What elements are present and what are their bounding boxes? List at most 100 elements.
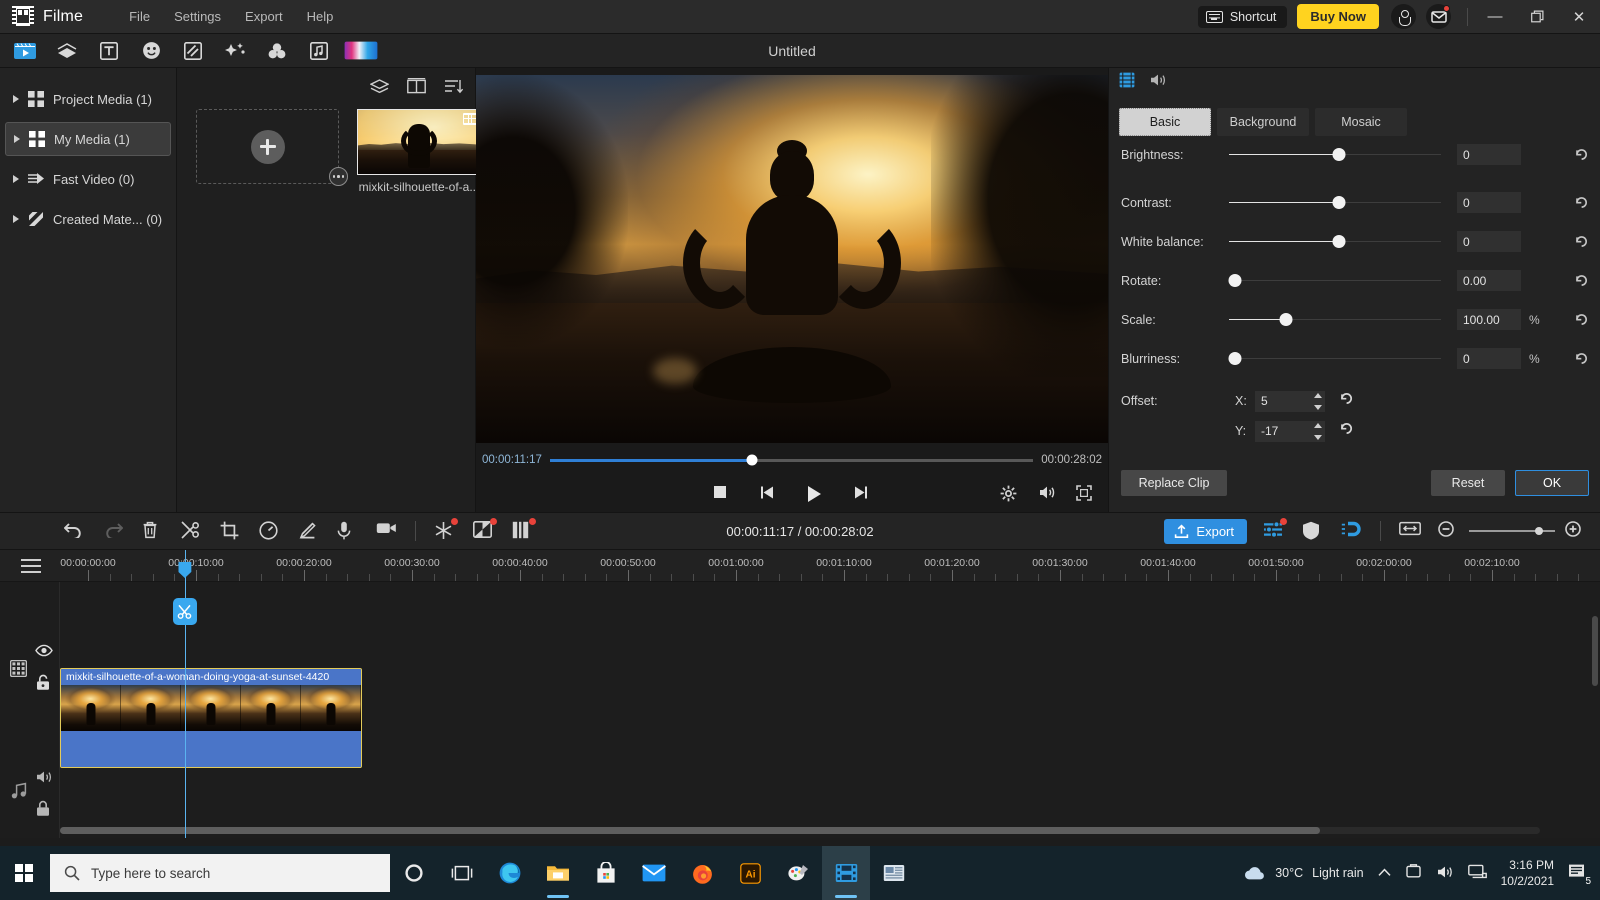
add-media-button[interactable] bbox=[251, 130, 285, 164]
sticker-icon[interactable] bbox=[134, 38, 168, 64]
edge-icon[interactable] bbox=[486, 846, 534, 900]
rotate-value-input[interactable] bbox=[1457, 270, 1521, 291]
ok-button[interactable]: OK bbox=[1515, 470, 1589, 496]
filter-icon[interactable] bbox=[260, 38, 294, 64]
fullscreen-icon[interactable] bbox=[1076, 485, 1096, 505]
timeline-menu-icon[interactable] bbox=[21, 559, 41, 573]
fit-timeline-icon[interactable] bbox=[1399, 521, 1420, 542]
rotate-slider[interactable] bbox=[1229, 274, 1441, 288]
timeline-clip[interactable]: mixkit-silhouette-of-a-woman-doing-yoga-… bbox=[60, 668, 362, 768]
zoom-slider-thumb[interactable] bbox=[1535, 527, 1543, 535]
media-icon[interactable] bbox=[8, 38, 42, 64]
mail-icon[interactable] bbox=[630, 846, 678, 900]
taskbar-clock[interactable]: 3:16 PM 10/2/2021 bbox=[1501, 857, 1554, 889]
reset-rotate-icon[interactable] bbox=[1574, 273, 1589, 288]
lock-icon[interactable] bbox=[35, 800, 52, 817]
task-view-icon[interactable] bbox=[438, 846, 486, 900]
buy-now-button[interactable]: Buy Now bbox=[1297, 4, 1379, 29]
preview-seek-bar[interactable] bbox=[550, 459, 1033, 462]
menu-item-export[interactable]: Export bbox=[233, 5, 295, 28]
filme-icon[interactable] bbox=[822, 846, 870, 900]
paint-3d-icon[interactable] bbox=[774, 846, 822, 900]
effect-icon[interactable] bbox=[176, 38, 210, 64]
scale-value-input[interactable] bbox=[1457, 309, 1521, 330]
volume-tray-icon[interactable] bbox=[1436, 865, 1454, 882]
speaker-mute-icon[interactable] bbox=[35, 770, 52, 787]
transition-icon[interactable] bbox=[50, 38, 84, 64]
preview-seek-thumb[interactable] bbox=[746, 455, 757, 466]
contrast-slider[interactable] bbox=[1229, 196, 1441, 210]
reset-blurriness-icon[interactable] bbox=[1574, 351, 1589, 366]
offset-y-spin-arrows[interactable] bbox=[1314, 423, 1322, 440]
timeline-ruler[interactable]: 00:00:00:0000:00:10:0000:00:20:0000:00:3… bbox=[0, 550, 1600, 582]
shortcut-button[interactable]: Shortcut bbox=[1198, 6, 1288, 28]
firefox-icon[interactable] bbox=[678, 846, 726, 900]
network-tray-icon[interactable] bbox=[1468, 864, 1487, 882]
sidebar-item-project-media[interactable]: Project Media (1) bbox=[5, 82, 171, 116]
brightness-slider[interactable] bbox=[1229, 148, 1441, 162]
sidebar-item-created-material[interactable]: Created Mate... (0) bbox=[5, 202, 171, 236]
timeline-horizontal-scrollbar[interactable] bbox=[60, 827, 1540, 834]
replace-clip-button[interactable]: Replace Clip bbox=[1121, 470, 1227, 496]
brightness-value-input[interactable] bbox=[1457, 144, 1521, 165]
minimize-button[interactable]: — bbox=[1474, 0, 1516, 34]
next-frame-button[interactable] bbox=[851, 485, 871, 505]
playhead-line[interactable] bbox=[185, 550, 186, 838]
import-media-dropzone[interactable] bbox=[196, 109, 339, 184]
audio-properties-icon[interactable] bbox=[1149, 73, 1167, 92]
scrollbar-thumb[interactable] bbox=[60, 827, 1320, 834]
maximize-restore-button[interactable] bbox=[1516, 0, 1558, 34]
text-icon[interactable] bbox=[92, 38, 126, 64]
reset-offset-y-icon[interactable] bbox=[1339, 421, 1354, 441]
file-explorer-icon[interactable] bbox=[534, 846, 582, 900]
offset-y-stepper[interactable] bbox=[1255, 421, 1325, 442]
magnet-snap-icon[interactable] bbox=[1341, 521, 1362, 542]
sidebar-item-my-media[interactable]: My Media (1) bbox=[5, 122, 171, 156]
messages-button[interactable] bbox=[1426, 4, 1451, 29]
video-properties-icon[interactable] bbox=[1119, 72, 1135, 93]
color-icon[interactable] bbox=[344, 38, 378, 64]
account-button[interactable] bbox=[1391, 4, 1416, 29]
sidebar-item-fast-video[interactable]: Fast Video (0) bbox=[5, 162, 171, 196]
microsoft-store-icon[interactable] bbox=[582, 846, 630, 900]
sort-icon[interactable] bbox=[444, 78, 463, 97]
stop-button[interactable] bbox=[713, 485, 733, 505]
play-button[interactable] bbox=[805, 485, 825, 505]
audio-icon[interactable] bbox=[302, 38, 336, 64]
weather-widget[interactable]: 30°C Light rain bbox=[1244, 866, 1363, 881]
white-balance-slider[interactable] bbox=[1229, 235, 1441, 249]
reset-button[interactable]: Reset bbox=[1431, 470, 1505, 496]
show-hidden-icons-chevron[interactable] bbox=[1378, 866, 1391, 880]
start-button[interactable] bbox=[0, 846, 48, 900]
timeline-vertical-scrollbar[interactable] bbox=[1592, 616, 1598, 686]
volume-icon[interactable] bbox=[1038, 485, 1058, 505]
notification-center-button[interactable]: 5 bbox=[1568, 863, 1588, 883]
tab-mosaic[interactable]: Mosaic bbox=[1315, 108, 1407, 136]
reset-scale-icon[interactable] bbox=[1574, 312, 1589, 327]
split-clip-button[interactable] bbox=[173, 598, 197, 625]
contrast-value-input[interactable] bbox=[1457, 192, 1521, 213]
onedrive-icon[interactable] bbox=[1405, 864, 1422, 882]
menu-item-file[interactable]: File bbox=[117, 5, 162, 28]
media-item-thumbnail[interactable] bbox=[357, 109, 481, 175]
mask-icon[interactable] bbox=[1302, 521, 1323, 542]
taskbar-search-box[interactable]: Type here to search bbox=[50, 854, 390, 892]
scale-slider[interactable] bbox=[1229, 313, 1441, 327]
reset-brightness-icon[interactable] bbox=[1574, 147, 1589, 162]
previous-frame-button[interactable] bbox=[759, 485, 779, 505]
magic-icon[interactable] bbox=[218, 38, 252, 64]
grid-view-icon[interactable] bbox=[407, 78, 426, 97]
tab-background[interactable]: Background bbox=[1217, 108, 1309, 136]
blurriness-value-input[interactable] bbox=[1457, 348, 1521, 369]
reset-offset-x-icon[interactable] bbox=[1339, 391, 1354, 411]
eye-visibility-icon[interactable] bbox=[35, 644, 52, 661]
zoom-in-icon[interactable] bbox=[1565, 521, 1586, 542]
news-reader-icon[interactable] bbox=[870, 846, 918, 900]
close-button[interactable]: ✕ bbox=[1558, 0, 1600, 34]
menu-item-help[interactable]: Help bbox=[295, 5, 346, 28]
layers-icon[interactable] bbox=[370, 78, 389, 97]
zoom-slider[interactable] bbox=[1469, 530, 1555, 532]
menu-item-settings[interactable]: Settings bbox=[162, 5, 233, 28]
cortana-icon[interactable] bbox=[390, 846, 438, 900]
white-balance-value-input[interactable] bbox=[1457, 231, 1521, 252]
